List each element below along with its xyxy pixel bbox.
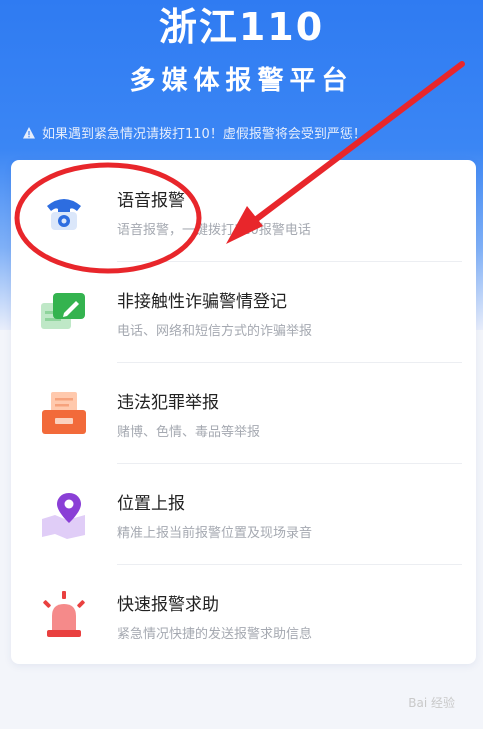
- warning-notice: 如果遇到紧急情况请拨打110！虚假报警将会受到严惩！: [22, 123, 472, 142]
- service-desc: 赌博、色情、毒品等举报: [117, 425, 261, 440]
- siren-icon: [43, 591, 85, 637]
- phone-icon: [47, 199, 81, 230]
- service-item-fraud-register[interactable]: 非接触性诈骗警情登记 电话、网络和短信方式的诈骗举报: [11, 261, 476, 362]
- message-edit-icon: [41, 293, 85, 329]
- app-subtitle: 多媒体报警平台: [129, 66, 354, 96]
- app-title: 浙江110: [158, 5, 325, 49]
- service-desc: 电话、网络和短信方式的诈骗举报: [117, 324, 313, 339]
- service-title: 位置上报: [117, 494, 185, 514]
- warning-text: 如果遇到紧急情况请拨打110！虚假报警将会受到严惩！: [42, 127, 366, 142]
- service-item-quick-help[interactable]: 快速报警求助 紧急情况快捷的发送报警求助信息: [11, 564, 476, 665]
- service-title: 语音报警: [117, 191, 185, 211]
- service-title: 快速报警求助: [117, 595, 219, 615]
- service-item-location-report[interactable]: 位置上报 精准上报当前报警位置及现场录音: [11, 463, 476, 564]
- watermark: Bai 经验: [408, 696, 455, 710]
- service-desc: 精准上报当前报警位置及现场录音: [117, 526, 313, 541]
- location-map-icon: [42, 493, 85, 539]
- service-desc: 语音报警，一键拨打110报警电话: [117, 223, 311, 238]
- service-title: 违法犯罪举报: [117, 393, 219, 413]
- service-list: 语音报警 语音报警，一键拨打110报警电话 非接触性诈骗警情登记 电话、网络和短…: [11, 160, 476, 664]
- service-title: 非接触性诈骗警情登记: [117, 292, 287, 312]
- warning-icon: [23, 126, 35, 138]
- service-item-crime-report[interactable]: 违法犯罪举报 赌博、色情、毒品等举报: [11, 362, 476, 463]
- service-desc: 紧急情况快捷的发送报警求助信息: [117, 627, 313, 642]
- document-tray-icon: [42, 392, 86, 434]
- service-item-voice-report[interactable]: 语音报警 语音报警，一键拨打110报警电话: [11, 160, 476, 261]
